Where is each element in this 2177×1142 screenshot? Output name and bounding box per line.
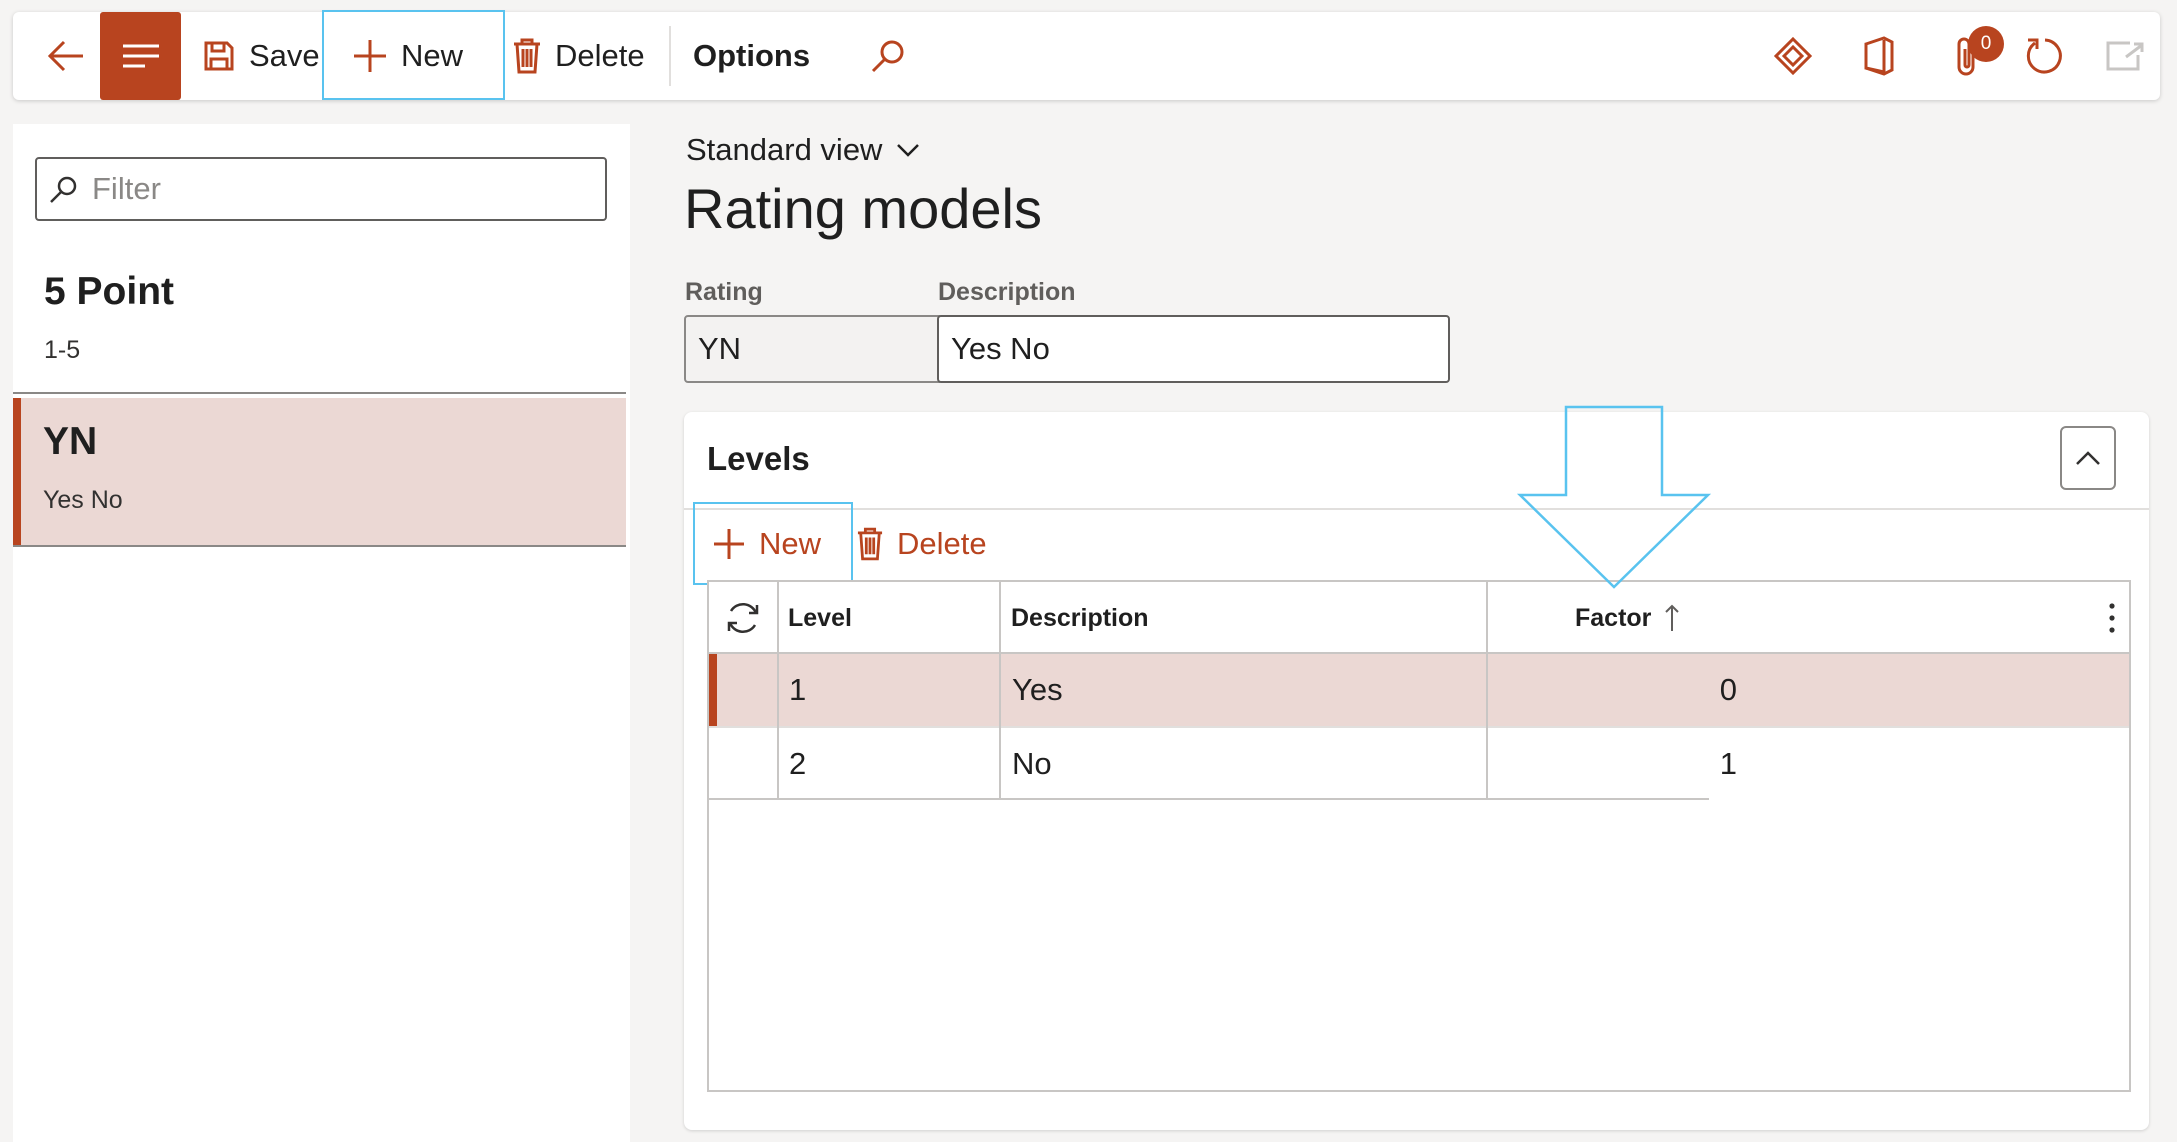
refresh-icon bbox=[2025, 36, 2065, 76]
open-in-new-window-icon bbox=[2106, 41, 2144, 71]
trash-icon bbox=[513, 38, 541, 74]
search-icon bbox=[870, 38, 906, 74]
office-button[interactable] bbox=[1851, 12, 1907, 100]
search-icon bbox=[49, 175, 79, 205]
sort-ascending-icon bbox=[1665, 604, 1680, 632]
list-item-title: 5 Point bbox=[44, 270, 175, 313]
list-item[interactable]: 5 Point 1-5 bbox=[13, 244, 626, 394]
delete-label: Delete bbox=[555, 38, 645, 73]
options-tab[interactable]: Options bbox=[693, 12, 818, 100]
open-new-window-button[interactable] bbox=[2097, 12, 2153, 100]
list-item-subtitle: Yes No bbox=[43, 486, 123, 514]
more-vertical-icon bbox=[2109, 603, 2115, 633]
options-label: Options bbox=[693, 38, 811, 73]
attachments-button[interactable]: 0 bbox=[1938, 12, 2004, 100]
chevron-up-icon bbox=[2075, 450, 2101, 466]
navigation-menu-button[interactable] bbox=[100, 12, 181, 100]
column-header-factor-label: Factor bbox=[1575, 603, 1652, 632]
description-cell[interactable]: No bbox=[1012, 728, 1052, 800]
list-item-title: YN bbox=[43, 420, 98, 463]
description-field-value: Yes No bbox=[951, 331, 1050, 366]
column-divider bbox=[999, 582, 1001, 800]
save-icon bbox=[203, 40, 235, 72]
back-arrow-icon bbox=[47, 39, 85, 73]
list-item-subtitle: 1-5 bbox=[44, 336, 81, 364]
refresh-icon bbox=[724, 601, 762, 635]
table-row[interactable]: 2 No 1 bbox=[709, 728, 2129, 800]
description-field[interactable]: Yes No bbox=[937, 315, 1450, 383]
power-apps-icon bbox=[1774, 37, 1812, 75]
levels-header-divider bbox=[684, 508, 2149, 510]
row-divider bbox=[709, 798, 1709, 800]
collapse-section-button[interactable] bbox=[2060, 426, 2116, 490]
search-button[interactable] bbox=[863, 12, 913, 100]
office-icon bbox=[1862, 36, 1896, 76]
attachment-count-badge: 0 bbox=[1968, 26, 2004, 62]
power-apps-button[interactable] bbox=[1765, 12, 1821, 100]
back-button[interactable] bbox=[37, 12, 95, 100]
description-cell[interactable]: Yes bbox=[1012, 654, 1063, 726]
rating-models-list: Filter 5 Point 1-5 YN Yes No bbox=[13, 124, 630, 1142]
row-selection-indicator bbox=[709, 654, 717, 726]
page-title: Rating models bbox=[684, 177, 1042, 240]
list-divider bbox=[13, 392, 626, 394]
toolbar-divider bbox=[669, 26, 671, 86]
rating-field[interactable]: YN bbox=[684, 315, 943, 383]
levels-delete-label: Delete bbox=[897, 526, 987, 561]
list-item-selected[interactable]: YN Yes No bbox=[13, 398, 626, 547]
view-label: Standard view bbox=[686, 132, 883, 167]
rating-field-value: YN bbox=[698, 331, 742, 366]
description-field-label: Description bbox=[938, 278, 1076, 306]
level-cell[interactable]: 2 bbox=[789, 728, 806, 800]
grid-refresh-button[interactable] bbox=[709, 582, 777, 654]
levels-delete-button[interactable]: Delete bbox=[857, 517, 987, 571]
column-header-factor[interactable]: Factor bbox=[1575, 582, 1715, 654]
rating-field-label: Rating bbox=[685, 278, 763, 306]
view-selector[interactable]: Standard view bbox=[686, 130, 920, 170]
factor-cell[interactable]: 0 bbox=[1577, 654, 1737, 726]
hamburger-icon bbox=[122, 44, 159, 68]
delete-button[interactable]: Delete bbox=[513, 12, 668, 100]
list-divider bbox=[13, 545, 626, 547]
levels-grid: Level Description Factor 1 Yes 0 2 No 1 bbox=[707, 580, 2131, 1092]
refresh-button[interactable] bbox=[2017, 12, 2073, 100]
column-divider bbox=[777, 582, 779, 800]
levels-new-highlight bbox=[693, 502, 853, 585]
filter-input[interactable]: Filter bbox=[35, 157, 607, 221]
column-header-level[interactable]: Level bbox=[788, 582, 998, 654]
trash-icon bbox=[857, 527, 883, 561]
column-header-description[interactable]: Description bbox=[1011, 582, 1481, 654]
grid-options-button[interactable] bbox=[2097, 582, 2127, 654]
new-button-highlight bbox=[322, 10, 505, 100]
annotation-arrow bbox=[1516, 405, 1712, 591]
chevron-down-icon bbox=[896, 143, 920, 157]
filter-placeholder: Filter bbox=[92, 171, 161, 206]
level-cell[interactable]: 1 bbox=[789, 654, 806, 726]
table-row[interactable]: 1 Yes 0 bbox=[709, 654, 2129, 726]
column-divider bbox=[1486, 582, 1488, 800]
levels-section-title: Levels bbox=[707, 440, 810, 477]
factor-cell[interactable]: 1 bbox=[1577, 728, 1737, 800]
save-label: Save bbox=[249, 38, 320, 73]
save-button[interactable]: Save bbox=[203, 12, 338, 100]
